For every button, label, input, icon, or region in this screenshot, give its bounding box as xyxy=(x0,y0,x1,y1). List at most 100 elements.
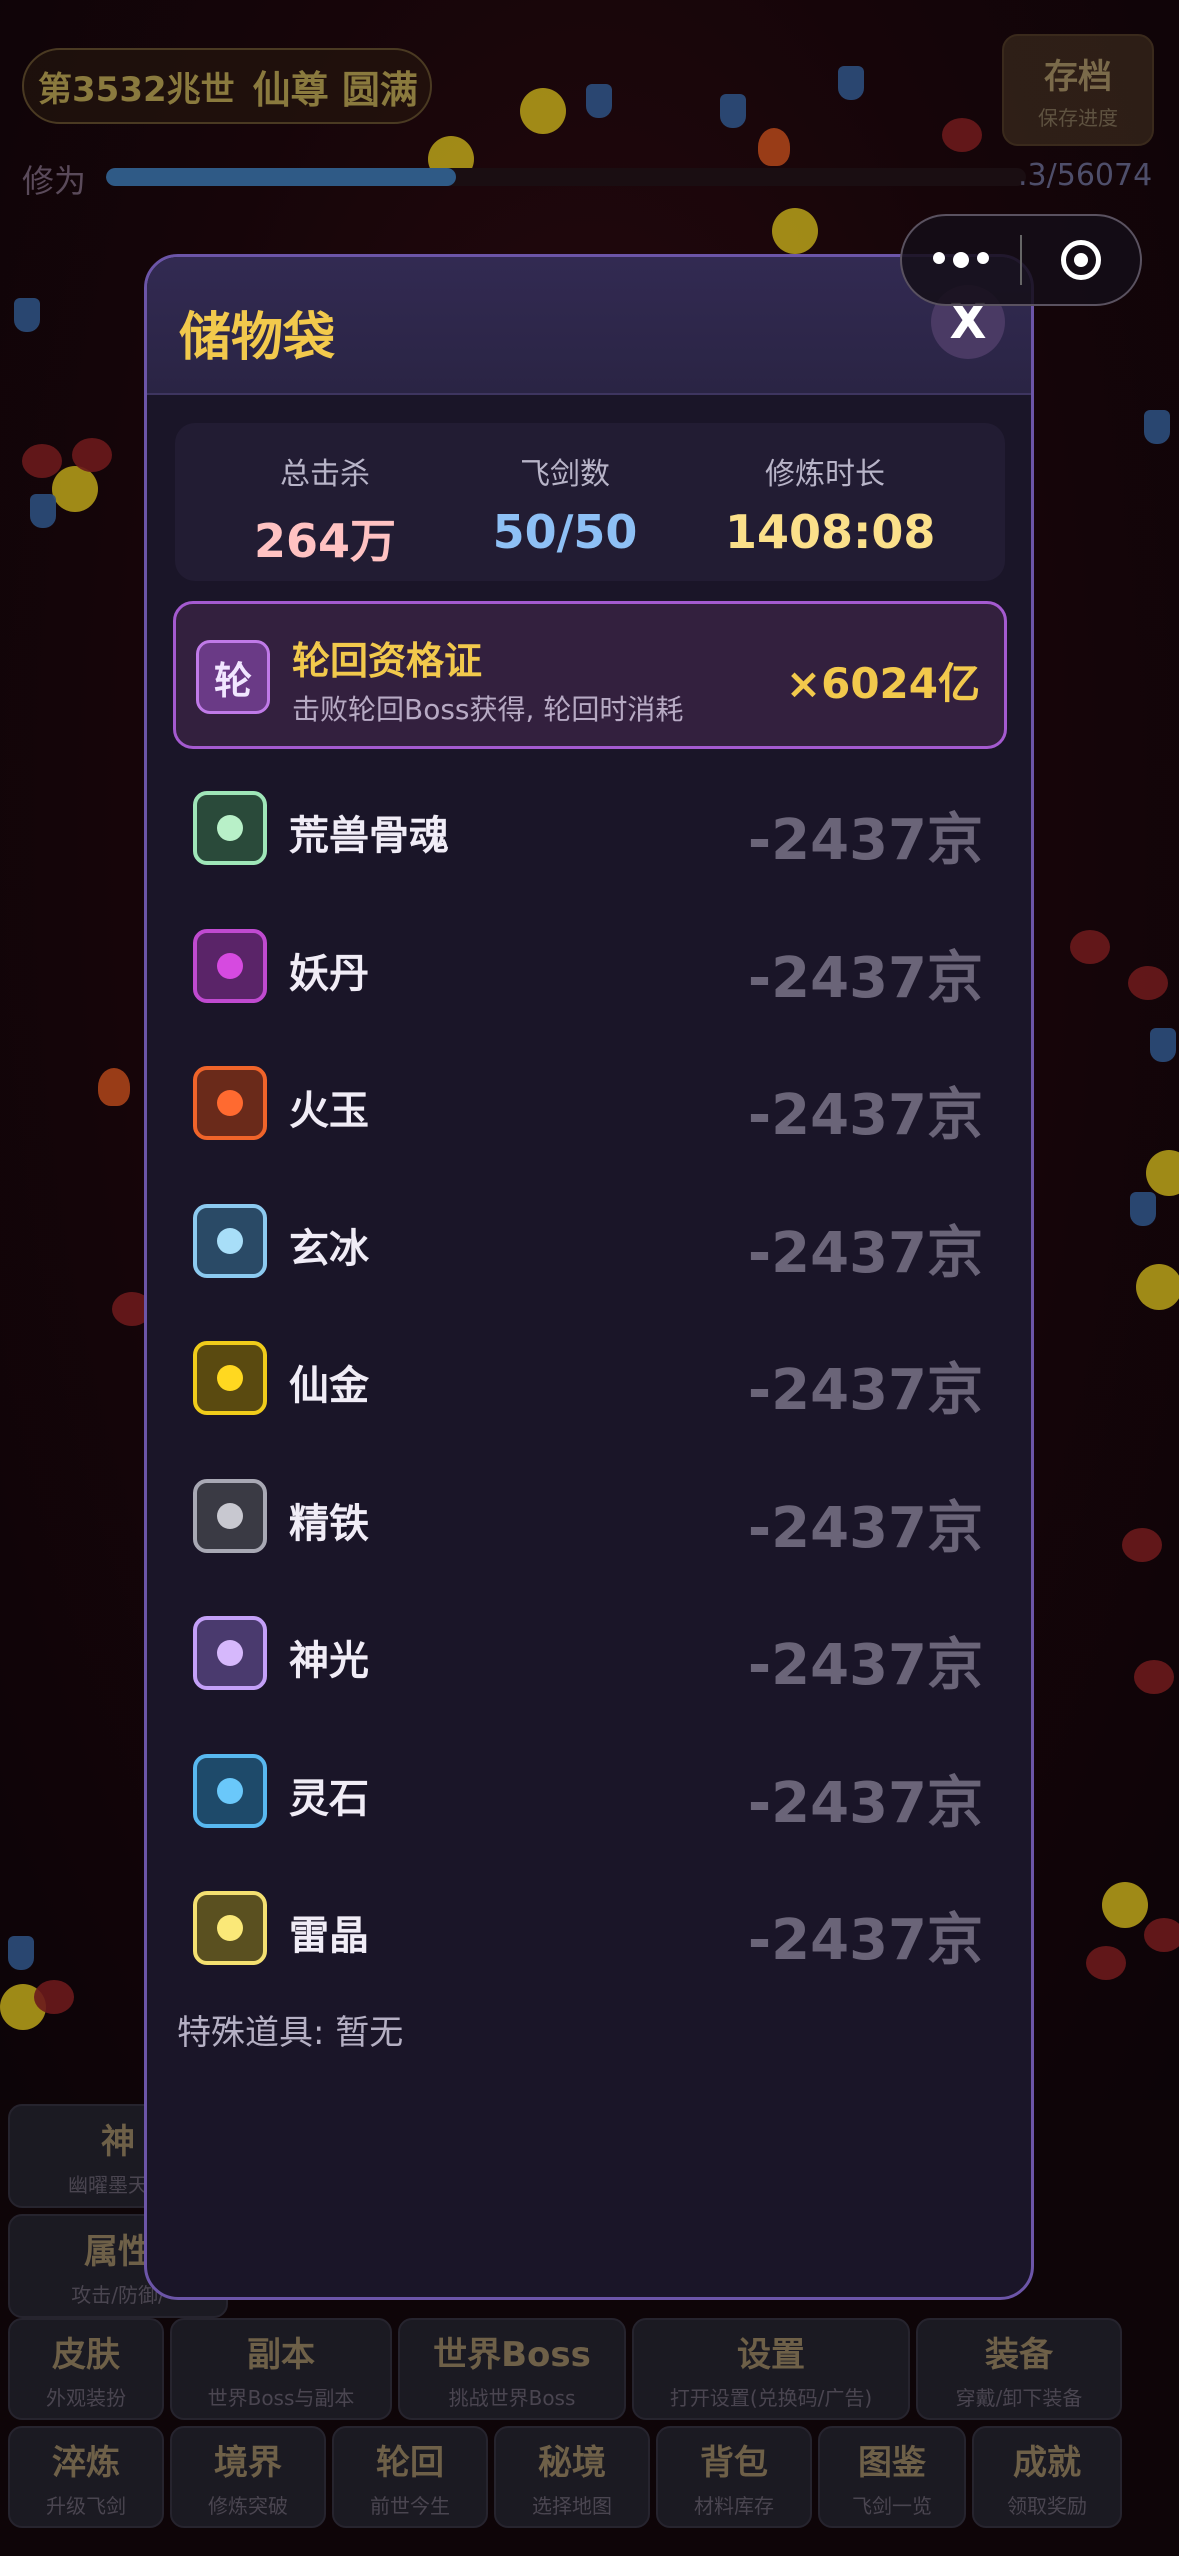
nav-sublabel: 升级飞剑 xyxy=(46,2494,126,2518)
material-dot xyxy=(217,1778,243,1804)
material-name: 雷晶 xyxy=(289,1913,369,1959)
monster-sprite xyxy=(772,208,818,254)
mini-program-capsule xyxy=(900,214,1142,306)
material-name: 玄冰 xyxy=(289,1226,369,1272)
material-row: 雷晶 -2437京 xyxy=(173,1867,1007,1987)
material-dot xyxy=(217,1503,243,1529)
monster-sprite xyxy=(52,466,98,512)
monster-sprite xyxy=(520,88,566,134)
monster-sprite xyxy=(1150,1028,1176,1062)
monster-sprite xyxy=(30,494,56,528)
material-icon xyxy=(193,1479,267,1553)
nav-sublabel: 领取奖励 xyxy=(1007,2494,1087,2518)
material-dot xyxy=(217,1915,243,1941)
save-label: 存档 xyxy=(1044,57,1112,97)
material-count: -2437京 xyxy=(747,808,983,873)
era-realm-pill: 第3532兆世 仙尊 圆满 xyxy=(22,48,432,124)
nav-label: 背包 xyxy=(700,2443,768,2483)
cultivation-progress-fill xyxy=(106,168,456,186)
monster-sprite xyxy=(1136,1264,1179,1310)
material-name: 妖丹 xyxy=(289,951,369,997)
nav-button-dungeons[interactable]: 副本 世界Boss与副本 xyxy=(170,2318,392,2420)
material-count: -2437京 xyxy=(747,1083,983,1148)
storage-bag-modal: 储物袋 X 总击杀 264万 飞剑数 50/50 修炼时长 1408:08 轮 … xyxy=(144,254,1034,2300)
cultivation-progress-bar xyxy=(106,168,1026,186)
nav-label: 图鉴 xyxy=(858,2443,926,2483)
nav-button-equipment[interactable]: 装备 穿戴/卸下装备 xyxy=(916,2318,1122,2420)
save-button[interactable]: 存档 保存进度 xyxy=(1002,34,1154,146)
monster-sprite xyxy=(1134,1660,1174,1694)
stat-sword-count: 飞剑数 50/50 xyxy=(475,449,655,559)
stat-cultivation-time: 修炼时长 1408:08 xyxy=(725,449,936,559)
material-count: -2437京 xyxy=(747,1358,983,1423)
monster-sprite xyxy=(98,1068,130,1106)
nav-button-temper[interactable]: 淬炼 升级飞剑 xyxy=(8,2426,164,2528)
monster-sprite xyxy=(1144,1918,1179,1952)
monster-sprite xyxy=(8,1936,34,1970)
nav-button-secret-realm[interactable]: 秘境 选择地图 xyxy=(494,2426,650,2528)
save-sublabel: 保存进度 xyxy=(1038,106,1118,130)
nav-label: 淬炼 xyxy=(52,2443,120,2483)
nav-label: 属性 xyxy=(84,2232,152,2272)
modal-title: 储物袋 xyxy=(179,308,336,368)
nav-button-achievements[interactable]: 成就 领取奖励 xyxy=(972,2426,1122,2528)
nav-button-reincarnation[interactable]: 轮回 前世今生 xyxy=(332,2426,488,2528)
nav-label: 轮回 xyxy=(376,2443,444,2483)
nav-label: 设置 xyxy=(737,2335,805,2375)
reincarnation-icon: 轮 xyxy=(196,640,270,714)
monster-sprite xyxy=(1102,1882,1148,1928)
material-icon xyxy=(193,1891,267,1965)
nav-label: 秘境 xyxy=(538,2443,606,2483)
nav-button-world-boss[interactable]: 世界Boss 挑战世界Boss xyxy=(398,2318,626,2420)
nav-label: 神 xyxy=(101,2122,135,2162)
nav-sublabel: 材料库存 xyxy=(694,2494,774,2518)
monster-sprite xyxy=(22,444,62,478)
monster-sprite xyxy=(72,438,112,472)
material-dot xyxy=(217,815,243,841)
nav-button-codex[interactable]: 图鉴 飞剑一览 xyxy=(818,2426,966,2528)
more-icon[interactable] xyxy=(902,252,1020,268)
stat-value: 1408:08 xyxy=(725,505,936,559)
material-icon xyxy=(193,1066,267,1140)
material-dot xyxy=(217,1365,243,1391)
nav-sublabel: 前世今生 xyxy=(370,2494,450,2518)
material-dot xyxy=(217,953,243,979)
nav-label: 装备 xyxy=(985,2335,1053,2375)
nav-sublabel: 穿戴/卸下装备 xyxy=(955,2386,1083,2410)
material-dot xyxy=(217,1640,243,1666)
material-name: 精铁 xyxy=(289,1501,369,1547)
nav-button-realm[interactable]: 境界 修炼突破 xyxy=(170,2426,326,2528)
material-name: 火玉 xyxy=(289,1088,369,1134)
modal-header: 储物袋 X xyxy=(147,257,1031,395)
material-count: -2437京 xyxy=(747,1771,983,1836)
nav-button-settings[interactable]: 设置 打开设置(兑换码/广告) xyxy=(632,2318,910,2420)
material-name: 仙金 xyxy=(289,1363,369,1409)
material-icon xyxy=(193,1341,267,1415)
material-row: 仙金 -2437京 xyxy=(173,1317,1007,1437)
material-row: 神光 -2437京 xyxy=(173,1592,1007,1712)
material-row: 火玉 -2437京 xyxy=(173,1042,1007,1162)
monster-sprite xyxy=(1144,410,1170,444)
monster-sprite xyxy=(720,94,746,128)
material-count: -2437京 xyxy=(747,946,983,1011)
monster-sprite xyxy=(14,298,40,332)
material-row: 荒兽骨魂 -2437京 xyxy=(173,767,1007,887)
nav-sublabel: 选择地图 xyxy=(532,2494,612,2518)
monster-sprite xyxy=(1070,930,1110,964)
material-name: 荒兽骨魂 xyxy=(289,813,449,859)
monster-sprite xyxy=(758,128,790,166)
monster-sprite xyxy=(34,1980,74,2014)
nav-sublabel: 打开设置(兑换码/广告) xyxy=(669,2386,873,2410)
material-icon xyxy=(193,1754,267,1828)
material-count: -2437京 xyxy=(747,1496,983,1561)
material-icon xyxy=(193,929,267,1003)
stat-label: 飞剑数 xyxy=(520,457,610,492)
nav-sublabel: 世界Boss与副本 xyxy=(207,2386,355,2410)
nav-button-backpack[interactable]: 背包 材料库存 xyxy=(656,2426,812,2528)
material-row: 灵石 -2437京 xyxy=(173,1730,1007,1850)
material-icon xyxy=(193,1616,267,1690)
close-miniprogram-icon[interactable] xyxy=(1022,240,1140,280)
nav-sublabel: 挑战世界Boss xyxy=(448,2386,576,2410)
monster-sprite xyxy=(838,66,864,100)
nav-button-skins[interactable]: 皮肤 外观装扮 xyxy=(8,2318,164,2420)
